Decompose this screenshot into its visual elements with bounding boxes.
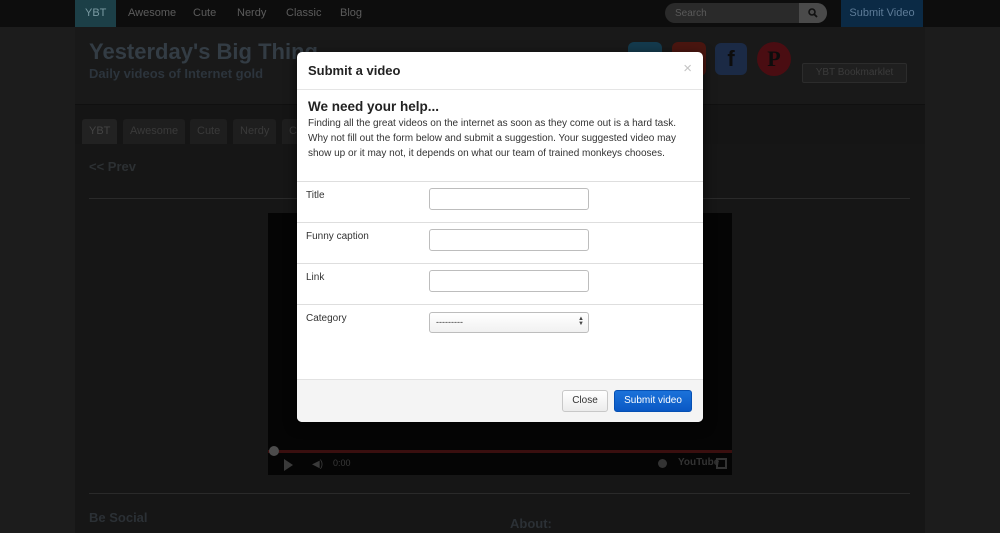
form-row-caption: Funny caption	[297, 222, 703, 263]
submit-video-button[interactable]: Submit video	[614, 390, 692, 412]
form-row-title: Title	[297, 181, 703, 222]
close-button[interactable]: Close	[562, 390, 608, 412]
close-icon[interactable]: ×	[683, 61, 692, 76]
link-field[interactable]	[429, 270, 589, 292]
modal-title: Submit a video	[308, 63, 401, 78]
divider	[89, 493, 910, 494]
link-label: Link	[306, 272, 325, 283]
be-social-heading: Be Social	[89, 510, 148, 525]
fullscreen-icon[interactable]	[716, 458, 727, 469]
site-title[interactable]: Yesterday's Big Thing	[89, 39, 318, 65]
facebook-icon[interactable]: f	[715, 43, 747, 75]
form-row-link: Link	[297, 263, 703, 304]
video-controls: ◀) 0:00 YouTube	[268, 454, 732, 475]
about-heading: About:	[510, 516, 552, 531]
subtab-nerdy[interactable]: Nerdy	[233, 119, 277, 144]
nav-search	[665, 3, 827, 23]
modal-header: Submit a video ×	[297, 52, 703, 90]
pinterest-icon[interactable]: P	[757, 42, 791, 76]
site-tagline: Daily videos of Internet gold	[89, 66, 264, 81]
form-row-category: Category --------- ▲ ▼	[297, 304, 703, 345]
modal-footer: Close Submit video	[297, 379, 703, 422]
nav-item-classic[interactable]: Classic	[286, 0, 321, 27]
nav-item-cute[interactable]: Cute	[193, 0, 216, 27]
play-icon[interactable]	[284, 459, 293, 471]
youtube-logo[interactable]: YouTube	[678, 457, 719, 468]
settings-icon[interactable]	[658, 459, 667, 468]
category-selected-value: ---------	[436, 317, 463, 327]
title-field[interactable]	[429, 188, 589, 210]
subtab-awesome[interactable]: Awesome	[123, 119, 186, 144]
caption-label: Funny caption	[306, 231, 369, 242]
caption-field[interactable]	[429, 229, 589, 251]
search-button[interactable]	[799, 3, 827, 23]
search-icon	[808, 8, 818, 18]
select-arrows-icon: ▲ ▼	[578, 316, 584, 327]
title-label: Title	[306, 190, 325, 201]
submit-video-modal: Submit a video × We need your help... Fi…	[297, 52, 703, 422]
help-text: Finding all the great videos on the inte…	[308, 118, 676, 159]
video-progress-bar[interactable]	[268, 450, 732, 453]
volume-icon[interactable]: ◀)	[312, 459, 323, 470]
prev-link[interactable]: << Prev	[89, 159, 136, 174]
category-label: Category	[306, 313, 347, 324]
subtab-cute[interactable]: Cute	[190, 119, 228, 144]
category-select[interactable]: --------- ▲ ▼	[429, 312, 589, 333]
nav-item-awesome[interactable]: Awesome	[128, 0, 176, 27]
top-navbar: YBT Awesome Cute Nerdy Classic Blog Subm…	[0, 0, 1000, 27]
nav-item-nerdy[interactable]: Nerdy	[237, 0, 266, 27]
subtab-ybt[interactable]: YBT	[82, 119, 118, 144]
nav-item-ybt[interactable]: YBT	[75, 0, 117, 27]
search-input[interactable]	[665, 3, 799, 23]
nav-item-blog[interactable]: Blog	[340, 0, 362, 27]
nav-submit-video-button[interactable]: Submit Video	[841, 0, 923, 27]
help-heading: We need your help...	[308, 99, 440, 114]
bookmarklet-button[interactable]: YBT Bookmarklet	[802, 63, 907, 83]
video-time: 0:00	[333, 458, 351, 468]
